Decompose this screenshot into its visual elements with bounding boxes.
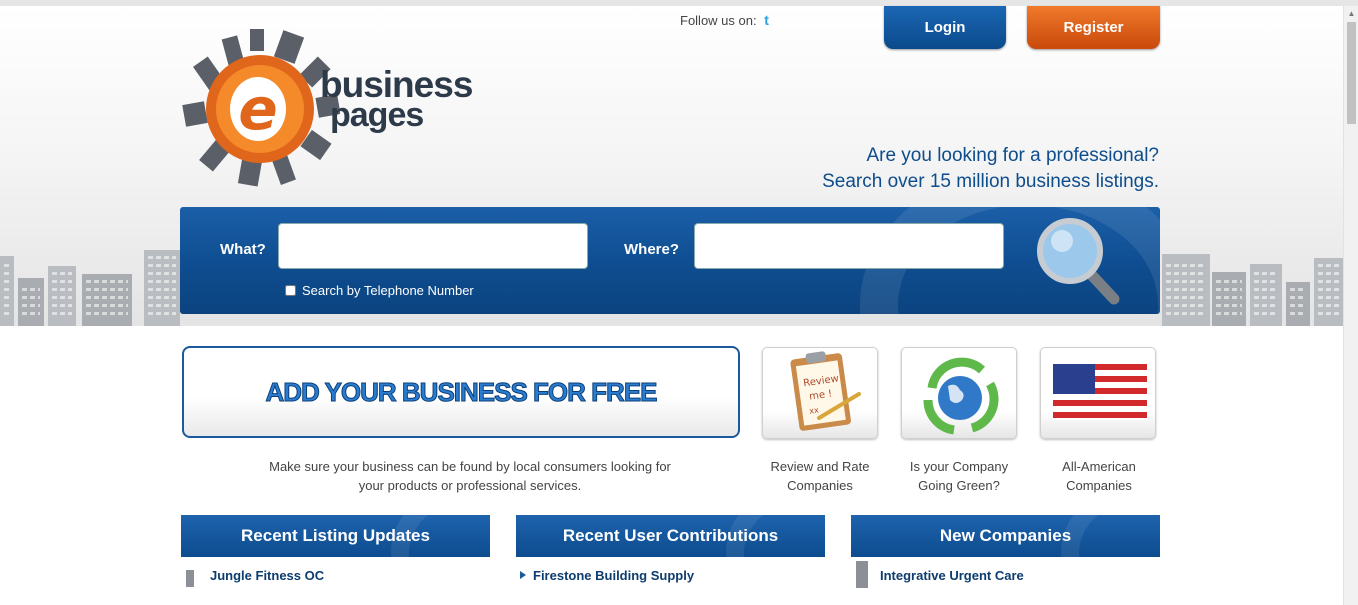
listing-item-link[interactable]: Jungle Fitness OC	[210, 568, 324, 583]
review-label-line-2: Companies	[787, 478, 853, 493]
going-green-label[interactable]: Is your Company Going Green?	[889, 457, 1029, 495]
recent-user-contributions-header: Recent User Contributions	[516, 515, 825, 557]
recent-listing-updates-title: Recent Listing Updates	[241, 526, 430, 545]
contribution-item-link[interactable]: Firestone Building Supply	[533, 568, 694, 583]
add-business-description: Make sure your business can be found by …	[230, 457, 710, 495]
login-button[interactable]: Login	[884, 6, 1006, 49]
ebusiness-pages-logo[interactable]: e business pages	[180, 14, 490, 189]
what-label: What?	[220, 241, 266, 258]
tagline: Are you looking for a professional? Sear…	[822, 143, 1159, 195]
review-clipboard-icon: Review me ! xx	[790, 351, 861, 431]
where-input[interactable]	[694, 223, 1004, 269]
what-input[interactable]	[278, 223, 588, 269]
add-business-desc-line-2: your products or professional services.	[358, 478, 582, 493]
new-companies-header: New Companies	[851, 515, 1160, 557]
new-company-item[interactable]: Integrative Urgent Care	[880, 568, 1024, 583]
building-icon	[186, 570, 194, 587]
all-american-label[interactable]: All-American Companies	[1029, 457, 1169, 495]
recycle-globe-icon	[923, 357, 999, 435]
vertical-scrollbar[interactable]: ▲	[1343, 6, 1358, 605]
american-label-line-2: Companies	[1066, 478, 1132, 493]
search-magnifier-icon[interactable]	[1032, 215, 1124, 305]
review-companies-tile[interactable]: Review me ! xx	[762, 347, 878, 439]
listing-item[interactable]: Jungle Fitness OC	[210, 568, 324, 583]
search-panel: What? Where? Search by Telephone Number	[180, 207, 1160, 314]
logo-text-pages: pages	[330, 96, 424, 134]
svg-text:e: e	[238, 75, 277, 143]
clipboard-text-xx: xx	[809, 405, 820, 415]
scrollbar-thumb[interactable]	[1347, 22, 1356, 124]
going-green-tile[interactable]	[901, 347, 1017, 439]
follow-label: Follow us on:	[680, 13, 757, 28]
twitter-icon[interactable]: t	[764, 12, 769, 28]
tagline-line-1: Are you looking for a professional?	[866, 145, 1159, 166]
scroll-up-arrow-icon[interactable]: ▲	[1344, 6, 1358, 21]
tagline-line-2: Search over 15 million business listings…	[822, 171, 1159, 192]
new-company-item-link[interactable]: Integrative Urgent Care	[880, 568, 1024, 583]
review-label-line-1: Review and Rate	[770, 459, 870, 474]
where-label: Where?	[624, 241, 680, 258]
building-icon	[856, 561, 868, 588]
add-business-desc-line-1: Make sure your business can be found by …	[269, 459, 671, 474]
register-button[interactable]: Register	[1027, 6, 1160, 49]
telephone-search-option[interactable]: Search by Telephone Number	[285, 283, 474, 298]
add-business-button[interactable]: ADD YOUR BUSINESS FOR FREE	[182, 346, 740, 438]
follow-us: Follow us on: t	[680, 12, 769, 28]
add-business-label: ADD YOUR BUSINESS FOR FREE	[265, 377, 658, 408]
telephone-checkbox-label: Search by Telephone Number	[302, 283, 474, 298]
american-label-line-1: All-American	[1062, 459, 1136, 474]
new-companies-title: New Companies	[939, 526, 1072, 545]
telephone-checkbox[interactable]	[285, 285, 296, 296]
logo-emblem-icon: e	[182, 29, 340, 187]
american-flag-icon	[1053, 364, 1147, 420]
recent-listing-updates-header: Recent Listing Updates	[181, 515, 490, 557]
green-label-line-2: Going Green?	[918, 478, 1000, 493]
recent-user-contributions-title: Recent User Contributions	[562, 526, 779, 545]
contribution-item[interactable]: Firestone Building Supply	[533, 568, 694, 583]
green-label-line-1: Is your Company	[909, 459, 1009, 474]
triangle-bullet-icon	[520, 571, 526, 579]
all-american-tile[interactable]	[1040, 347, 1156, 439]
review-companies-label[interactable]: Review and Rate Companies	[750, 457, 890, 495]
